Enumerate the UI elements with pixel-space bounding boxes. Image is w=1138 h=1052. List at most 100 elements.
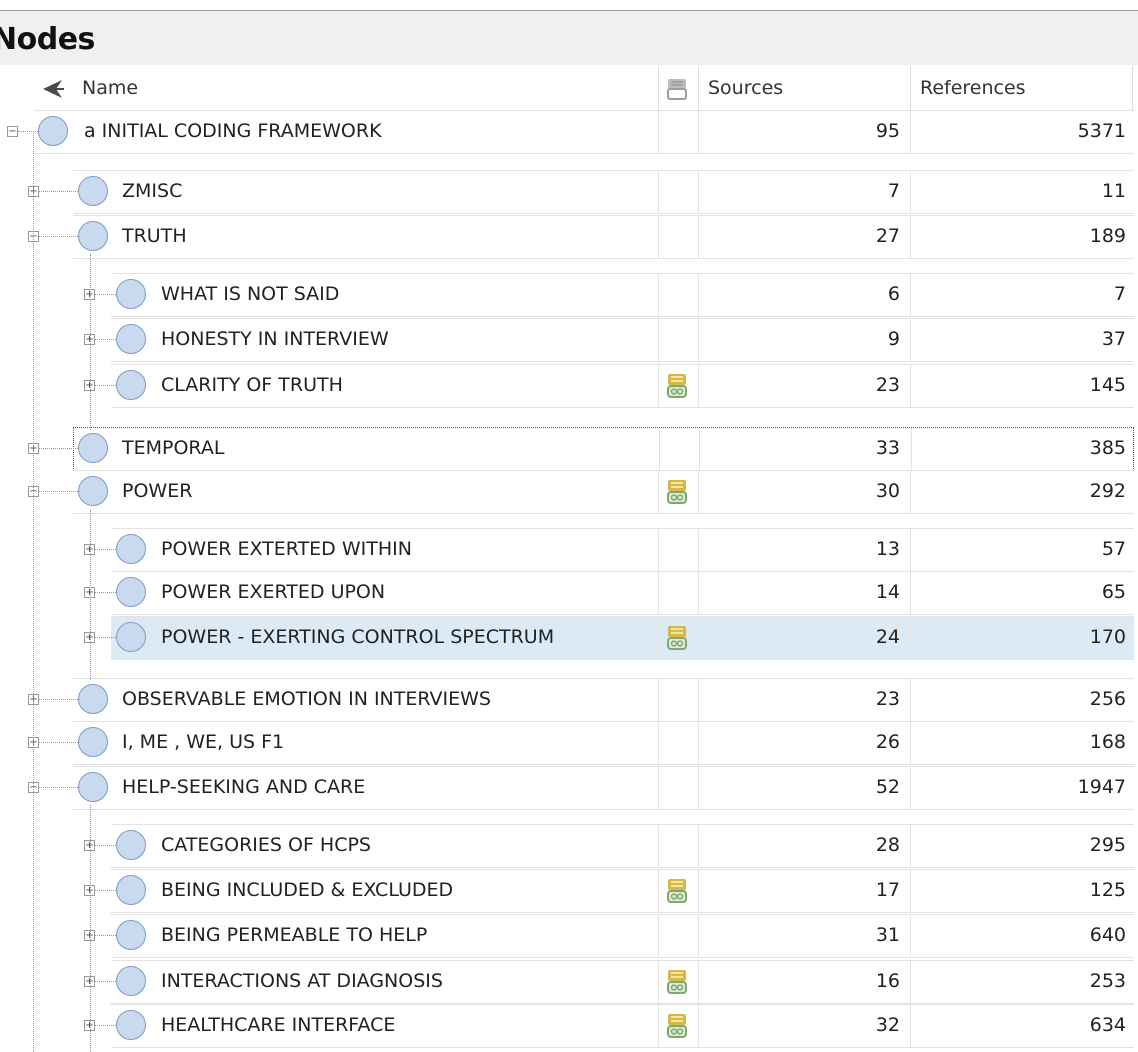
cell-divider: [910, 617, 911, 659]
tree-row[interactable]: − TRUTH 27 189: [0, 215, 1138, 259]
tree-row[interactable]: + WHAT IS NOT SAID 6 7: [0, 273, 1138, 317]
node-name: POWER EXERTED UPON: [161, 581, 386, 603]
cell-divider: [698, 319, 699, 361]
tree-row[interactable]: + BEING PERMEABLE TO HELP 31 640: [0, 914, 1138, 958]
references-count: 37: [1101, 328, 1126, 350]
node-name: HEALTHCARE INTERFACE: [161, 1014, 396, 1036]
sources-count: 52: [875, 776, 900, 798]
cell-divider: [698, 111, 699, 153]
column-header-references[interactable]: References: [920, 66, 1026, 110]
node-name: HONESTY IN INTERVIEW: [161, 328, 389, 350]
tree-connector: [39, 742, 78, 743]
header-divider: [910, 66, 911, 110]
column-header-sources[interactable]: Sources: [708, 66, 783, 110]
memo-link-icon[interactable]: [666, 478, 688, 506]
cell-divider: [910, 870, 911, 912]
tree-connector: [95, 385, 116, 386]
column-header-name[interactable]: Name: [82, 66, 138, 110]
sources-count: 30: [875, 480, 900, 502]
memo-link-icon[interactable]: [666, 1012, 688, 1040]
cell-divider: [910, 274, 911, 316]
cell-divider: [698, 529, 699, 571]
tree-row[interactable]: + POWER EXTERTED WITHIN 13 57: [0, 528, 1138, 572]
tree-row[interactable]: + POWER - EXERTING CONTROL SPECTRUM 24 170: [0, 616, 1138, 660]
references-count: 189: [1089, 225, 1126, 247]
node-icon: [78, 221, 108, 251]
tree-connector: [39, 448, 78, 449]
cell-divider: [658, 171, 659, 213]
cell-divider: [910, 679, 911, 721]
tree-row[interactable]: + I, ME , WE, US F1 26 168: [0, 721, 1138, 765]
tree-row[interactable]: + CATEGORIES OF HCPS 28 295: [0, 824, 1138, 868]
cell-divider: [910, 216, 911, 258]
node-name: POWER: [122, 480, 193, 502]
node-name: POWER - EXERTING CONTROL SPECTRUM: [161, 626, 555, 648]
header-divider: [698, 66, 699, 110]
cell-divider: [698, 471, 699, 513]
node-icon: [78, 727, 108, 757]
sources-count: 32: [875, 1014, 900, 1036]
node-icon: [116, 622, 146, 652]
node-icon: [116, 577, 146, 607]
node-icon: [78, 684, 108, 714]
memo-column-icon[interactable]: [666, 77, 688, 101]
memo-link-icon[interactable]: [666, 624, 688, 652]
cell-divider: [910, 171, 911, 213]
cell-divider: [658, 915, 659, 957]
cell-divider: [698, 961, 699, 1003]
tree-connector: [39, 699, 78, 700]
node-name: BEING PERMEABLE TO HELP: [161, 924, 428, 946]
references-count: 385: [1089, 437, 1126, 459]
cell-divider: [698, 870, 699, 912]
tree-guide-line: [90, 805, 91, 1052]
node-icon: [116, 920, 146, 950]
tree-connector: [95, 981, 116, 982]
tree-connector: [95, 592, 116, 593]
node-name: CATEGORIES OF HCPS: [161, 834, 371, 856]
cell-divider: [658, 319, 659, 361]
cell-divider: [659, 428, 660, 470]
tree-row[interactable]: + ZMISC 7 11: [0, 170, 1138, 214]
cell-divider: [910, 915, 911, 957]
cell-divider: [658, 471, 659, 513]
tree-connector: [95, 890, 116, 891]
tree-row[interactable]: − a INITIAL CODING FRAMEWORK 95 5371: [0, 110, 1138, 154]
node-name: I, ME , WE, US F1: [122, 731, 285, 753]
collapse-icon[interactable]: −: [7, 126, 18, 137]
memo-link-icon[interactable]: [666, 968, 688, 996]
header-divider: [1132, 66, 1133, 110]
tree-row[interactable]: − POWER 30 292: [0, 470, 1138, 514]
tree-row[interactable]: + HEALTHCARE INTERFACE 32 634: [0, 1004, 1138, 1048]
tree-row[interactable]: + BEING INCLUDED & EXCLUDED 17 125: [0, 869, 1138, 913]
tree-guide-line: [90, 510, 91, 680]
tree-row[interactable]: + POWER EXERTED UPON 14 65: [0, 571, 1138, 615]
memo-link-icon[interactable]: [666, 372, 688, 400]
references-count: 11: [1101, 180, 1126, 202]
pin-icon[interactable]: [40, 76, 66, 102]
cell-divider: [658, 216, 659, 258]
cell-divider: [658, 1005, 659, 1047]
references-count: 125: [1089, 879, 1126, 901]
node-name: HELP-SEEKING AND CARE: [122, 776, 366, 798]
tree-connector: [95, 845, 116, 846]
tree-row[interactable]: − HELP-SEEKING AND CARE 52 1947: [0, 766, 1138, 810]
references-count: 295: [1089, 834, 1126, 856]
node-icon: [38, 116, 68, 146]
node-icon: [78, 433, 108, 463]
tree-row[interactable]: + OBSERVABLE EMOTION IN INTERVIEWS 23 256: [0, 678, 1138, 722]
tree-connector: [95, 935, 116, 936]
panel-title: Nodes: [0, 22, 95, 57]
sources-count: 23: [875, 688, 900, 710]
cell-divider: [658, 679, 659, 721]
tree-row[interactable]: + CLARITY OF TRUTH 23 145: [0, 364, 1138, 408]
tree-row[interactable]: + HONESTY IN INTERVIEW 9 37: [0, 318, 1138, 362]
tree-row[interactable]: + TEMPORAL 33 385: [0, 427, 1138, 471]
cell-divider: [658, 961, 659, 1003]
sources-count: 6: [887, 283, 900, 305]
tree-guide-line: [33, 131, 34, 1052]
node-icon: [116, 279, 146, 309]
memo-link-icon[interactable]: [666, 877, 688, 905]
node-icon: [78, 772, 108, 802]
node-name: TRUTH: [122, 225, 187, 247]
tree-row[interactable]: + INTERACTIONS AT DIAGNOSIS 16 253: [0, 960, 1138, 1004]
